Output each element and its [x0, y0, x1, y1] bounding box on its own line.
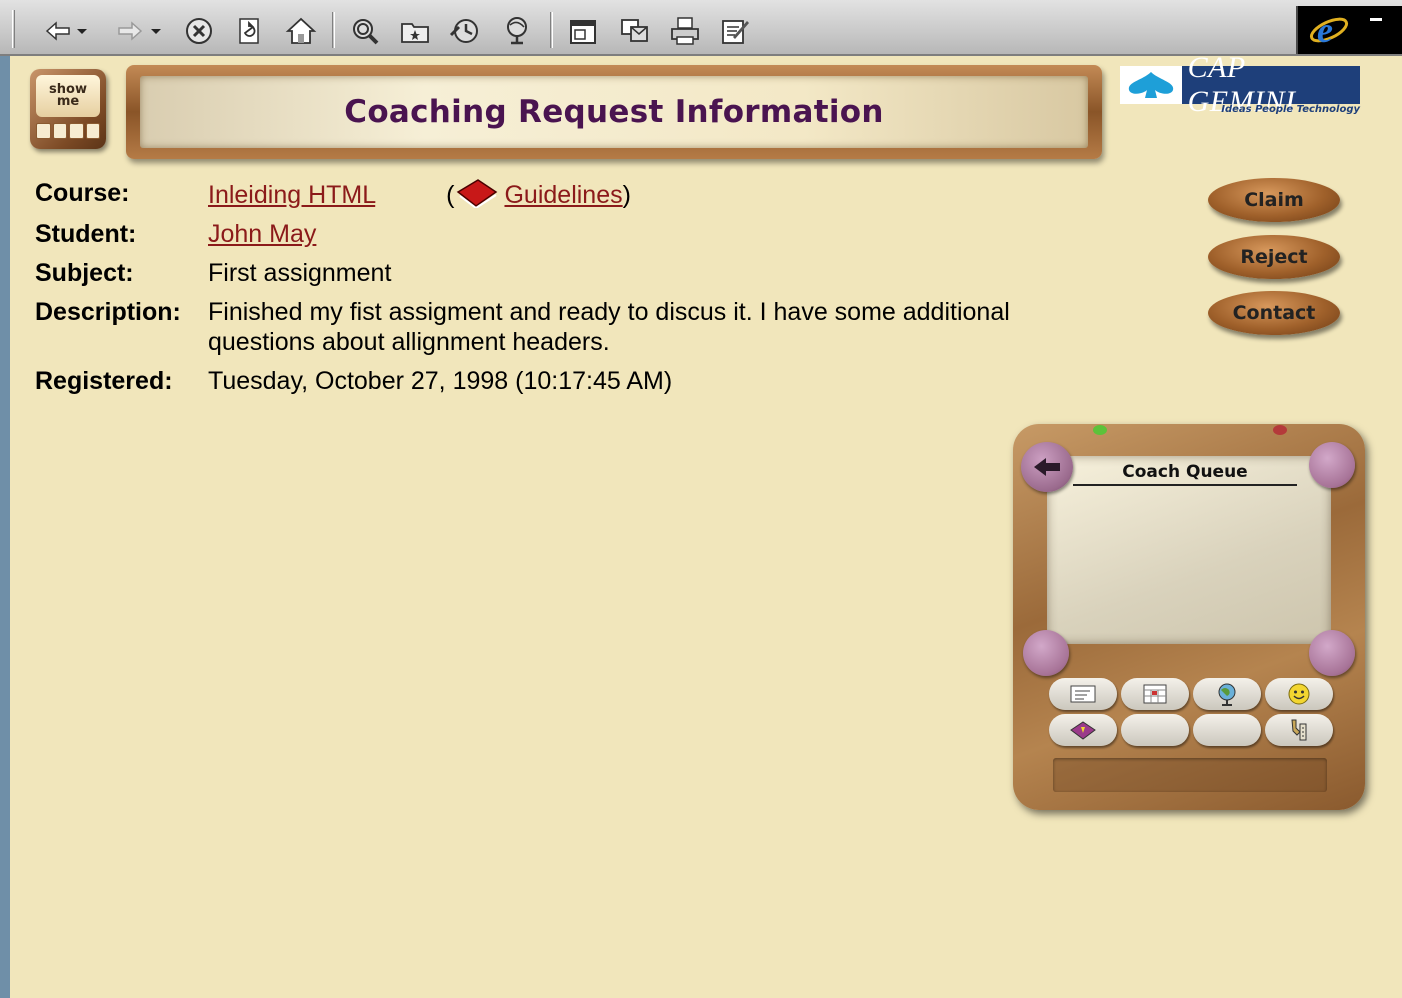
note-icon: [1070, 685, 1096, 703]
queue-note-button[interactable]: [1049, 678, 1117, 710]
course-label: Course:: [35, 179, 130, 207]
back-arrow-icon: [1034, 458, 1060, 476]
course-row: Course: Inleiding HTML ( Guidelines): [35, 179, 631, 209]
queue-book-button[interactable]: [1049, 714, 1117, 746]
description-value: Finished my fist assigment and ready to …: [208, 298, 1010, 356]
course-link[interactable]: Inleiding HTML: [208, 181, 375, 209]
queue-knob-bottom-right[interactable]: [1309, 630, 1355, 676]
queue-empty-button[interactable]: [1193, 714, 1261, 746]
spade-icon: [1120, 66, 1182, 104]
title-banner: Coaching Request Information: [126, 65, 1102, 159]
queue-back-button[interactable]: [1021, 442, 1073, 492]
print-icon[interactable]: [666, 12, 704, 50]
description-label: Description:: [35, 298, 181, 326]
channels-icon[interactable]: [498, 12, 536, 50]
queue-empty-button[interactable]: [1121, 714, 1189, 746]
back-dropdown-icon[interactable]: [72, 12, 92, 50]
student-label: Student:: [35, 220, 137, 248]
book-icon: [457, 179, 498, 208]
queue-calendar-button[interactable]: [1121, 678, 1189, 710]
request-details: Course: Inleiding HTML ( Guidelines) Stu…: [35, 178, 1115, 405]
subject-value: First assignment: [208, 259, 392, 287]
registered-label: Registered:: [35, 367, 173, 395]
favorites-icon[interactable]: [396, 12, 434, 50]
coach-queue-panel: Coach Queue: [1013, 424, 1365, 810]
queue-smiley-button[interactable]: [1265, 678, 1333, 710]
fullscreen-icon[interactable]: [564, 12, 602, 50]
queue-knob-bottom-left[interactable]: [1023, 630, 1069, 676]
globe-icon: [1218, 683, 1236, 706]
toolbar-separator: [550, 12, 553, 48]
page-title: Coaching Request Information: [344, 94, 884, 130]
edit-icon[interactable]: [716, 12, 754, 50]
forward-arrow-icon[interactable]: [110, 12, 148, 50]
minimize-icon[interactable]: [1370, 18, 1382, 21]
home-icon[interactable]: [282, 12, 320, 50]
search-icon[interactable]: [346, 12, 384, 50]
toolbar-grip[interactable]: [12, 10, 15, 48]
queue-status-slot: [1053, 758, 1327, 792]
company-logo: CAP GEMINI Ideas People Technology: [1120, 51, 1360, 118]
queue-globe-button[interactable]: [1193, 678, 1261, 710]
show-me-button[interactable]: show me: [30, 69, 106, 149]
stop-icon[interactable]: [180, 12, 218, 50]
status-led-green: [1093, 425, 1107, 435]
queue-title: Coach Queue: [1073, 462, 1297, 486]
reject-button[interactable]: Reject: [1208, 235, 1340, 279]
subject-row: Subject: First assignment: [35, 258, 1115, 288]
registered-value: Tuesday, October 27, 1998 (10:17:45 AM): [208, 367, 673, 395]
show-me-label: show me: [36, 75, 100, 117]
calendar-icon: [1143, 684, 1167, 704]
subject-label: Subject:: [35, 259, 134, 287]
refresh-icon[interactable]: [230, 12, 268, 50]
page-content: show me Coaching Request Information CAP…: [10, 51, 1402, 998]
contact-button[interactable]: Contact: [1208, 291, 1340, 335]
forward-dropdown-icon[interactable]: [146, 12, 166, 50]
ie-throbber: e: [1296, 6, 1402, 54]
guidelines-link[interactable]: Guidelines: [504, 181, 622, 209]
registered-row: Registered: Tuesday, October 27, 1998 (1…: [35, 366, 1115, 396]
toolbar-separator: [332, 12, 335, 48]
smiley-icon: [1288, 683, 1310, 705]
status-led-red: [1273, 425, 1287, 435]
student-row: Student: John May: [35, 219, 1115, 249]
queue-tools-button[interactable]: [1265, 714, 1333, 746]
browser-toolbar: e: [0, 0, 1402, 56]
tools-icon: [1291, 719, 1307, 741]
book-icon: [1070, 721, 1096, 740]
mail-icon[interactable]: [616, 12, 654, 50]
keyboard-icon: [36, 123, 100, 139]
ie-logo-icon: e: [1309, 11, 1349, 49]
claim-button[interactable]: Claim: [1208, 178, 1340, 222]
student-link[interactable]: John May: [208, 220, 316, 248]
svg-text:e: e: [1317, 11, 1333, 49]
queue-knob-top-right[interactable]: [1309, 442, 1355, 488]
description-row: Description: Finished my fist assigment …: [35, 297, 1115, 357]
logo-tagline: Ideas People Technology: [1221, 104, 1360, 115]
history-icon[interactable]: [446, 12, 484, 50]
